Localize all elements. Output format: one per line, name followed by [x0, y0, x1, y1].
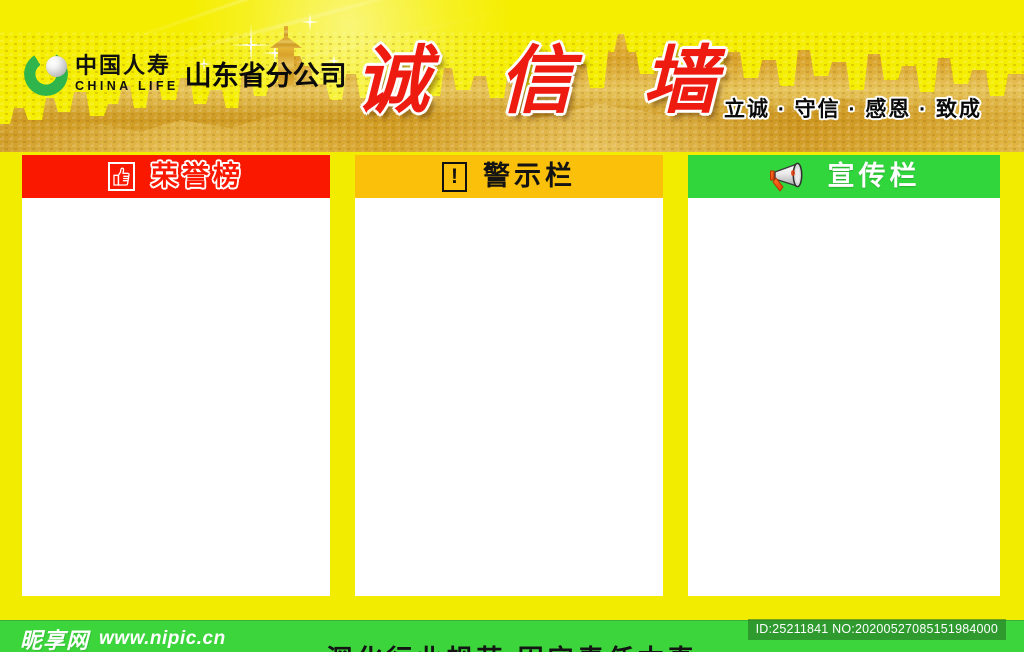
exclamation-icon: ! — [442, 161, 467, 192]
branch-name: 山东省分公司 — [184, 61, 347, 91]
panel-warning-title: 警示栏 — [483, 161, 576, 191]
banner-header: 中国人寿 CHINA LIFE 山东省分公司 诚 信 墙 立诚 · 守信 · 感… — [0, 0, 1024, 152]
footer-tagline: 深化行业规范 固守责任本真 — [0, 639, 1024, 652]
panel-honor-header: 荣誉榜 — [22, 155, 330, 198]
panel-warning-header: ! 警示栏 — [355, 155, 663, 198]
company-name-cn: 中国人寿 — [75, 53, 172, 79]
panel-promo-title: 宣传栏 — [827, 161, 921, 191]
panel-promo-content — [688, 198, 1000, 596]
panel-honor-content — [22, 198, 330, 596]
thumbs-up-icon — [108, 162, 135, 191]
company-name-en: CHINA LIFE — [75, 79, 179, 94]
logo-text: 中国人寿 CHINA LIFE — [75, 55, 179, 93]
poster-slogan: 立诚 · 守信 · 感恩 · 致成 — [724, 98, 982, 121]
logo-sphere — [46, 56, 67, 77]
megaphone-icon — [768, 161, 812, 193]
image-id-label: ID:25211841 NO:20200527085151984000 — [747, 619, 1006, 640]
panel-honor: 荣誉榜 — [22, 155, 330, 596]
panel-honor-title: 荣誉榜 — [151, 161, 244, 191]
panel-warning: ! 警示栏 — [355, 155, 663, 596]
poster-title: 诚 信 墙 — [355, 38, 739, 124]
panel-warning-content — [355, 198, 663, 596]
china-life-mark-icon — [24, 52, 68, 96]
china-life-logo: 中国人寿 CHINA LIFE 山东省分公司 — [24, 52, 347, 96]
panel-promo-header: 宣传栏 — [688, 155, 1000, 198]
panel-promo: 宣传栏 — [688, 155, 1000, 596]
poster-canvas: 中国人寿 CHINA LIFE 山东省分公司 诚 信 墙 立诚 · 守信 · 感… — [0, 0, 1024, 652]
